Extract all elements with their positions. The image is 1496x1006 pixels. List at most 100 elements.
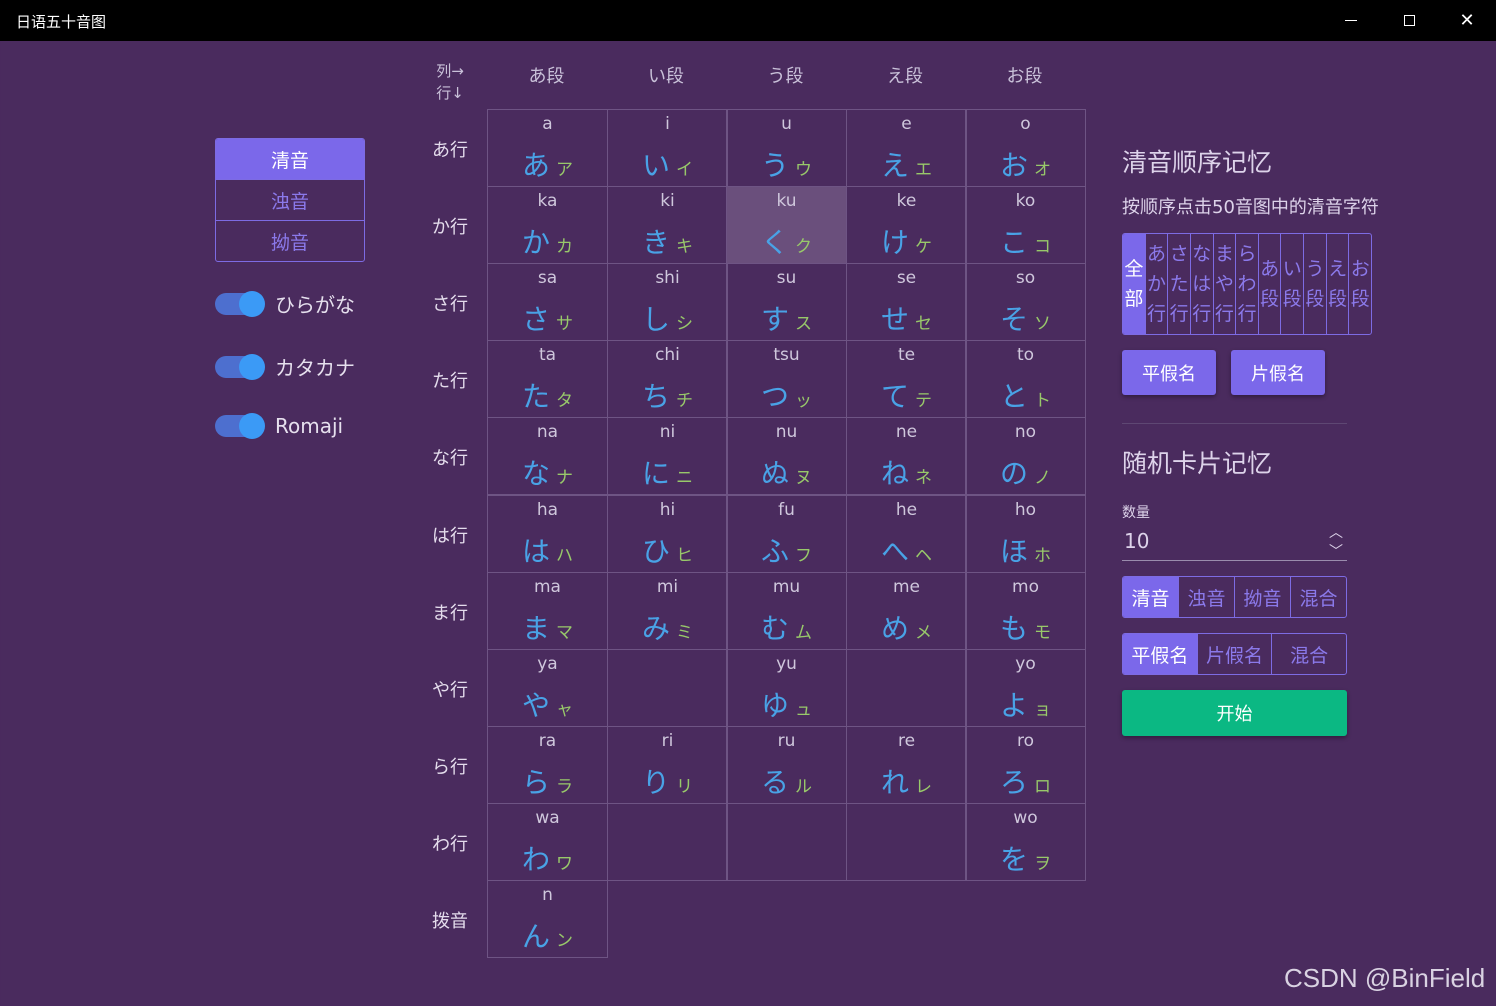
kana-cell-se[interactable]: se せセ bbox=[846, 263, 967, 341]
filter-option[interactable]: う段 bbox=[1304, 234, 1327, 334]
kana-cell-wa[interactable]: wa わワ bbox=[487, 803, 608, 881]
katakana-toggle[interactable] bbox=[215, 353, 265, 380]
kana-cell-he[interactable]: he へヘ bbox=[846, 495, 967, 573]
kana-cell-me[interactable]: me めメ bbox=[846, 572, 967, 650]
kana-cell-to[interactable]: to とト bbox=[965, 340, 1086, 418]
kana-cell-ho[interactable]: ho ほホ bbox=[965, 495, 1086, 573]
filter-option[interactable]: い段 bbox=[1281, 234, 1305, 334]
kana-cell-ke[interactable]: ke けケ bbox=[846, 186, 967, 264]
maximize-button[interactable] bbox=[1380, 0, 1438, 41]
filter-char: な bbox=[1192, 243, 1212, 265]
hiragana-char: し bbox=[641, 303, 670, 336]
kana-cell-ku[interactable]: ku くク bbox=[726, 186, 847, 264]
minimize-button[interactable] bbox=[1322, 0, 1380, 41]
romaji-label: ki bbox=[660, 191, 675, 211]
kana-pair: をヲ bbox=[966, 838, 1085, 878]
kana-cell-ne[interactable]: ne ねネ bbox=[846, 417, 967, 495]
sound-option[interactable]: 清音 bbox=[1123, 577, 1179, 617]
filter-char: ら bbox=[1237, 243, 1257, 265]
start-button[interactable]: 开始 bbox=[1122, 690, 1347, 736]
chevron-up-icon[interactable]: ︿ bbox=[1329, 522, 1343, 542]
kana-cell-chi[interactable]: chi ちチ bbox=[607, 340, 728, 418]
romaji-toggle[interactable] bbox=[215, 413, 265, 439]
kana-cell-ki[interactable]: ki きキ bbox=[607, 186, 728, 264]
script-option[interactable]: 片假名 bbox=[1198, 634, 1273, 674]
kana-pair: わワ bbox=[488, 838, 607, 878]
kana-pair: みミ bbox=[608, 607, 727, 647]
kana-cell-fu[interactable]: fu ふフ bbox=[726, 495, 847, 573]
kana-cell-ma[interactable]: ma まマ bbox=[487, 572, 608, 650]
romaji-label: u bbox=[781, 114, 792, 134]
kana-cell-ni[interactable]: ni にニ bbox=[607, 417, 728, 495]
script-option[interactable]: 平假名 bbox=[1123, 634, 1198, 674]
filter-option[interactable]: 全部 bbox=[1123, 234, 1146, 334]
kana-cell-ta[interactable]: ta たタ bbox=[487, 340, 608, 418]
kana-cell-na[interactable]: na なナ bbox=[487, 417, 608, 495]
filter-option[interactable]: さた行 bbox=[1168, 234, 1191, 334]
column-header: い段 bbox=[648, 66, 684, 87]
filter-option[interactable]: あ段 bbox=[1259, 234, 1282, 334]
kana-cell-ka[interactable]: ka かカ bbox=[487, 186, 608, 264]
kana-cell-mo[interactable]: mo もモ bbox=[965, 572, 1086, 650]
mode-dakuon[interactable]: 浊音 bbox=[216, 180, 364, 221]
sound-option[interactable]: 浊音 bbox=[1179, 577, 1235, 617]
katakana-char: レ bbox=[915, 777, 932, 797]
kana-cell-ro[interactable]: ro ろロ bbox=[965, 726, 1086, 804]
count-input[interactable]: 10 ︿ ﹀ bbox=[1122, 522, 1347, 561]
hiragana-char: り bbox=[641, 766, 670, 799]
romaji-label: su bbox=[776, 268, 797, 288]
kana-cell-ko[interactable]: ko こコ bbox=[965, 186, 1086, 264]
close-button[interactable]: ✕ bbox=[1438, 0, 1496, 41]
hiragana-toggle[interactable] bbox=[215, 290, 265, 317]
katakana-order-button[interactable]: 片假名 bbox=[1231, 350, 1325, 395]
kana-cell-mi[interactable]: mi みミ bbox=[607, 572, 728, 650]
kana-cell-su[interactable]: su すス bbox=[726, 263, 847, 341]
hiragana-char: ね bbox=[880, 457, 909, 490]
kana-pair: あア bbox=[488, 144, 607, 184]
katakana-char: フ bbox=[795, 546, 812, 566]
kana-cell-ya[interactable]: ya やャ bbox=[487, 649, 608, 727]
kana-cell-i[interactable]: iいイ bbox=[607, 109, 728, 187]
kana-cell-sa[interactable]: sa さサ bbox=[487, 263, 608, 341]
sound-option[interactable]: 混合 bbox=[1291, 577, 1346, 617]
katakana-char: ア bbox=[556, 160, 573, 180]
filter-option[interactable]: お段 bbox=[1349, 234, 1371, 334]
kana-cell-ru[interactable]: ru るル bbox=[726, 726, 847, 804]
kana-cell-so[interactable]: so そソ bbox=[965, 263, 1086, 341]
kana-cell-te[interactable]: te てテ bbox=[846, 340, 967, 418]
kana-cell-yo[interactable]: yo よョ bbox=[965, 649, 1086, 727]
sound-option[interactable]: 拗音 bbox=[1235, 577, 1291, 617]
kana-cell-tsu[interactable]: tsu つッ bbox=[726, 340, 847, 418]
kana-cell-n[interactable]: nんン bbox=[487, 880, 608, 958]
kana-cell-nu[interactable]: nu ぬヌ bbox=[726, 417, 847, 495]
katakana-char: セ bbox=[915, 314, 932, 334]
kana-cell-u[interactable]: uうウ bbox=[726, 109, 847, 187]
filter-char: た bbox=[1169, 273, 1189, 295]
kana-cell-a[interactable]: aあア bbox=[487, 109, 608, 187]
chevron-down-icon[interactable]: ﹀ bbox=[1329, 541, 1343, 561]
kana-cell-o[interactable]: oおオ bbox=[965, 109, 1086, 187]
kana-cell-re[interactable]: re れレ bbox=[846, 726, 967, 804]
kana-cell-mu[interactable]: mu むム bbox=[726, 572, 847, 650]
filter-option[interactable]: まや行 bbox=[1214, 234, 1237, 334]
kana-pair: こコ bbox=[966, 221, 1085, 261]
kana-cell-wo[interactable]: wo をヲ bbox=[965, 803, 1086, 881]
filter-option[interactable]: え段 bbox=[1327, 234, 1350, 334]
kana-pair: るル bbox=[727, 761, 846, 801]
script-option[interactable]: 混合 bbox=[1272, 634, 1346, 674]
romaji-label: yo bbox=[1015, 654, 1036, 674]
kana-cell-hi[interactable]: hi ひヒ bbox=[607, 495, 728, 573]
kana-cell-no[interactable]: no のノ bbox=[965, 417, 1086, 495]
filter-option[interactable]: なは行 bbox=[1191, 234, 1214, 334]
hiragana-order-button[interactable]: 平假名 bbox=[1122, 350, 1216, 395]
kana-cell-yu[interactable]: yu ゆュ bbox=[726, 649, 847, 727]
kana-cell-ha[interactable]: ha はハ bbox=[487, 495, 608, 573]
kana-cell-shi[interactable]: shi しシ bbox=[607, 263, 728, 341]
kana-cell-e[interactable]: eえエ bbox=[846, 109, 967, 187]
mode-youon[interactable]: 拗音 bbox=[216, 221, 364, 261]
mode-seion[interactable]: 清音 bbox=[216, 139, 364, 180]
kana-cell-ra[interactable]: ra らラ bbox=[487, 726, 608, 804]
kana-cell-ri[interactable]: ri りリ bbox=[607, 726, 728, 804]
filter-option[interactable]: らわ行 bbox=[1236, 234, 1259, 334]
filter-option[interactable]: あか行 bbox=[1146, 234, 1169, 334]
